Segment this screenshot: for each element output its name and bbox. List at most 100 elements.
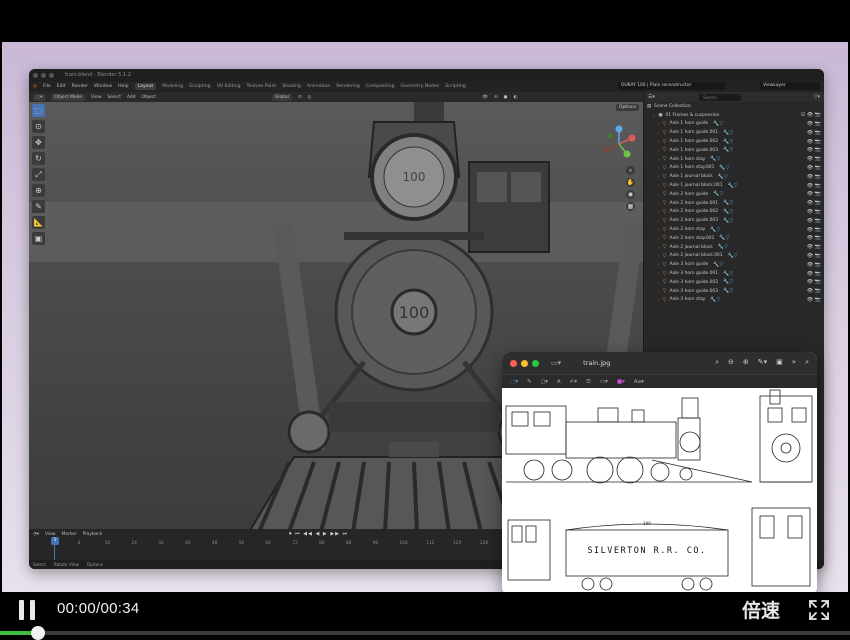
tab-texture-paint[interactable]: Texture Paint	[247, 84, 277, 89]
zoom-out-icon[interactable]: ⊖	[728, 358, 734, 367]
visibility-icon[interactable]: 👁 📷	[807, 279, 821, 285]
more-icon[interactable]: »	[792, 358, 796, 367]
timeline-menu-marker[interactable]: Marker	[61, 532, 76, 537]
modifier-icon[interactable]: 🔧▽	[710, 156, 720, 162]
visibility-icon[interactable]: 👁 📷	[807, 121, 821, 127]
visibility-icon[interactable]: 👁 📷	[807, 235, 821, 241]
sidebar-toggle-icon[interactable]: ▭▾	[551, 359, 561, 367]
fill-color-icon[interactable]: ■▾	[617, 379, 625, 385]
tab-animation[interactable]: Animation	[307, 84, 330, 89]
expand-icon[interactable]: ›	[658, 165, 660, 170]
expand-icon[interactable]: ›	[658, 174, 660, 179]
visibility-icon[interactable]: 👁 📷	[807, 209, 821, 215]
video-frame[interactable]: train.blend - Blender 5.1.2 ◎ File Edit …	[2, 42, 848, 592]
expand-icon[interactable]: ›	[658, 227, 660, 232]
checkbox-icon[interactable]: ☑ 👁 📷	[801, 112, 821, 118]
scale-tool-icon[interactable]: ⤢	[32, 168, 45, 181]
menu-window[interactable]: Window	[94, 84, 112, 89]
outliner-item[interactable]: › ▽ Axle 1 horn stay.001 🔧▽ 👁 📷	[644, 164, 824, 173]
tab-sculpting[interactable]: Sculpting	[189, 84, 210, 89]
outliner-item[interactable]: › ▽ Axle 2 horn guide 🔧▽ 👁 📷	[644, 190, 824, 199]
blender-logo-icon[interactable]: ◎	[33, 84, 37, 89]
visibility-icon[interactable]: 👁 📷	[807, 156, 821, 162]
menu-view[interactable]: View	[91, 95, 101, 100]
outliner-item[interactable]: › ▽ Axle 1 horn guide 🔧▽ 👁 📷	[644, 120, 824, 129]
expand-icon[interactable]: ›	[658, 271, 660, 276]
expand-icon[interactable]: ›	[658, 280, 660, 285]
visibility-icon[interactable]: 👁 📷	[807, 253, 821, 259]
visibility-icon[interactable]: 👁 📷	[807, 297, 821, 303]
selection-tool-icon[interactable]: ⬚▾	[510, 379, 518, 385]
modifier-icon[interactable]: 🔧▽	[713, 262, 723, 268]
tab-geometry-nodes[interactable]: Geometry Nodes	[401, 84, 440, 89]
outliner-item[interactable]: › ▽ Axle 1 horn stay 🔧▽ 👁 📷	[644, 155, 824, 164]
text-icon[interactable]: A	[557, 379, 561, 385]
modifier-icon[interactable]: 🔧▽	[710, 227, 720, 233]
editor-type-button[interactable]: ⬚▾	[33, 93, 46, 101]
snap-icon[interactable]: ⊙	[298, 95, 302, 100]
playback-speed-button[interactable]: 倍速	[742, 596, 780, 623]
playback-controls[interactable]: ⏺ ⏮ ◀◀ ◀ ▶ ▶▶ ⏭	[289, 531, 348, 537]
outliner-item[interactable]: › ▽ Axle 3 horn stay 🔧▽ 👁 📷	[644, 296, 824, 305]
preview-close-button[interactable]	[510, 359, 517, 367]
visibility-icon[interactable]: 👁 📷	[807, 191, 821, 197]
adjust-icon[interactable]: ☰	[586, 379, 591, 385]
expand-icon[interactable]: ›	[658, 297, 660, 302]
outliner-item[interactable]: › ▽ Axle 1 horn guide.001 🔧▽ 👁 📷	[644, 128, 824, 137]
visibility-icon[interactable]: 👁 📷	[807, 262, 821, 268]
proportional-edit-icon[interactable]: ◎	[308, 95, 312, 100]
expand-icon[interactable]: ›	[658, 192, 660, 197]
visibility-icon[interactable]: 👁 📷	[807, 147, 821, 153]
image-size-icon[interactable]: ▣	[776, 358, 783, 367]
modifier-icon[interactable]: 🔧▽	[728, 183, 738, 189]
outliner-item[interactable]: › ▽ Axle 3 horn guide.003 🔧▽ 👁 📷	[644, 287, 824, 296]
modifier-icon[interactable]: 🔧▽	[713, 191, 723, 197]
modifier-icon[interactable]: 🔧▽	[718, 174, 728, 180]
outliner-item[interactable]: › ▽ Axle 2 journal block 🔧▽ 👁 📷	[644, 243, 824, 252]
sketch-icon[interactable]: ✎	[527, 379, 532, 385]
tab-scripting[interactable]: Scripting	[445, 84, 465, 89]
tab-uv-editing[interactable]: UV Editing	[217, 84, 241, 89]
modifier-icon[interactable]: 🔧▽	[719, 165, 729, 171]
modifier-icon[interactable]: 🔧▽	[728, 253, 738, 259]
camera-icon[interactable]: ◉	[626, 190, 635, 199]
collapse-icon[interactable]: ⌄	[652, 113, 655, 118]
zoom-icon[interactable]: ⌕	[626, 166, 635, 175]
timeline-editor-icon[interactable]: ◔▾	[33, 532, 39, 537]
timeline-menu-playback[interactable]: Playback	[83, 532, 103, 537]
sign-icon[interactable]: ✍▾	[570, 379, 577, 385]
pan-hand-icon[interactable]: ✋	[626, 178, 635, 187]
orientation-selector[interactable]: Global	[271, 93, 292, 101]
expand-icon[interactable]: ›	[658, 157, 660, 162]
modifier-icon[interactable]: 🔧▽	[723, 147, 733, 153]
menu-file[interactable]: File	[43, 84, 51, 89]
modifier-icon[interactable]: 🔧▽	[713, 121, 723, 127]
markup-icon[interactable]: ✎▾	[758, 358, 767, 367]
outliner-item[interactable]: › ▽ Axle 3 horn guide.001 🔧▽ 👁 📷	[644, 269, 824, 278]
select-tool-icon[interactable]: ⬚	[32, 104, 45, 117]
visibility-icon[interactable]: 👁 📷	[807, 271, 821, 277]
preview-minimize-button[interactable]	[521, 359, 528, 367]
expand-icon[interactable]: ›	[658, 183, 660, 188]
perspective-grid-icon[interactable]: ▦	[626, 202, 635, 211]
modifier-icon[interactable]: 🔧▽	[723, 218, 733, 224]
tab-shading[interactable]: Shading	[282, 84, 301, 89]
expand-icon[interactable]: ›	[658, 130, 660, 135]
modifier-icon[interactable]: 🔧▽	[723, 130, 733, 136]
window-minimize-button[interactable]	[41, 72, 46, 78]
visibility-icon[interactable]: 👁 📷	[807, 130, 821, 136]
tab-compositing[interactable]: Compositing	[366, 84, 395, 89]
outliner-collection[interactable]: ⌄ ▣ 01 Frames & suspension ☑ 👁 📷	[644, 111, 824, 120]
modifier-icon[interactable]: 🔧▽	[723, 271, 733, 277]
shading-material-icon[interactable]: ◐	[513, 95, 517, 100]
scene-selector[interactable]: OUKAY 100 | Plain reconstructor	[618, 82, 726, 90]
visibility-icon[interactable]: 👁 📷	[807, 183, 821, 189]
expand-icon[interactable]: ›	[658, 289, 660, 294]
modifier-icon[interactable]: 🔧▽	[723, 139, 733, 145]
visibility-icon[interactable]: 👁	[482, 95, 488, 100]
outliner-item[interactable]: › ▽ Axle 1 horn guide.003 🔧▽ 👁 📷	[644, 146, 824, 155]
rotate-tool-icon[interactable]: ↻	[32, 152, 45, 165]
current-frame-indicator[interactable]: 1	[51, 537, 59, 545]
expand-icon[interactable]: ›	[658, 262, 660, 267]
expand-icon[interactable]: ›	[658, 253, 660, 258]
